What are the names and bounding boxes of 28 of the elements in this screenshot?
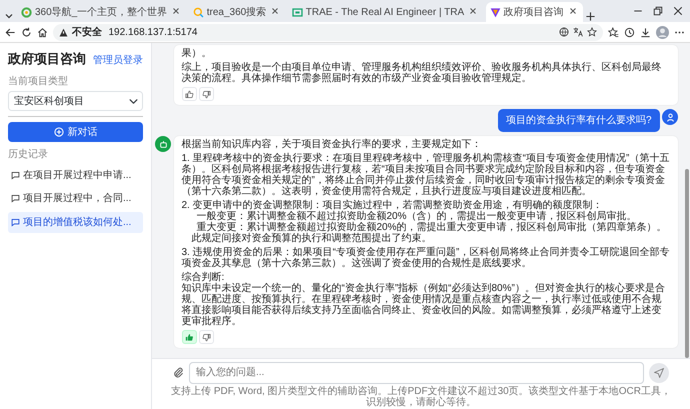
section-label: 历史记录 [8, 148, 49, 162]
upload-hint: 支持上传 PDF, Word, 图片类型文件的辅助咨询。上传PDF文件建议不超过30页。该类型文件基于本地OCR工具，识别较慢，请耐心等待。 [170, 386, 672, 408]
admin-login-link[interactable]: 管理员登录 [93, 53, 143, 68]
browser-tab[interactable]: 360导航_一个主页，整个世界 [17, 2, 186, 22]
address-bar[interactable]: 不安全 192.168.137.1:5174 [53, 24, 603, 40]
message-text: 1. 里程碑考核中的资金执行要求：在项目里程碑考核中，管理服务机构需核查“项目专项资金使用情况”（第十五条）。区科创局将根据考核报告进行复核，若“项目未按项目合同书要求完成约定阶段目标和内容，但专项资金使用符合专项资金相关规定的”，将终止合同并停止拨付后续资金，同时收回专项审计报告核定的剩余专项资金（第十六条第二款）。这表明，资金使用需符合规定，且执行进度应与项目建设进度相匹配。 [182, 153, 670, 197]
app-title: 政府项目咨询 [8, 50, 86, 68]
new-chat-button[interactable]: 新对话 [8, 122, 143, 142]
message-text: 此规定间接对资金预算的执行和调整范围提出了约束。 [190, 233, 432, 244]
history-item[interactable]: 项目的增值税该如何处... [8, 212, 143, 232]
project-type-select[interactable]: 宝安区科创项目 [8, 91, 143, 111]
field-label: 当前项目类型 [8, 74, 69, 88]
message-text: 2. 变更申请中的资金调整限制：项目实施过程中，若需调整资助资金用途，有明确的额度限制： [182, 200, 604, 211]
history-item[interactable]: 在项目开展过程中申请... [8, 164, 143, 186]
message-text: 重大变更：累计调整金额超过拟资助金额20%的，需提出重大变更申请，报区科创局审批（第四章第条）。 [196, 222, 668, 233]
message-text: 果）。 [182, 48, 212, 59]
message-text: 综合判断: [182, 272, 224, 283]
history-item[interactable]: 项目开展过程中，合同... [8, 188, 143, 209]
message-text: 一般变更：累计调整金额不超过拟资助金额20%（含）的，需提出一般变更申请，报区科创局审批。 [196, 211, 638, 222]
message-text: 综上，项目验收是一个由项目单位申请、管理服务机构组织绩效评价、验收服务机构具体执行、区科创局最终决策的流程。具体操作细节需参照届时有效的市级产业资金项目验收管理规定。 [182, 62, 662, 84]
browser-tab[interactable]: trea_360搜索 [188, 2, 286, 22]
browser-tab[interactable]: TRAE - The Real AI Engineer | TRA [288, 2, 484, 22]
browser-tab[interactable]: 政府项目咨询 [486, 2, 583, 22]
question-field[interactable]: 输入您的问题... [189, 362, 644, 384]
message-text: 知识库中未设定一个统一的、量化的“资金执行率”指标（例如“必须达到80%”）。但对资金执行的核心要求是合规、匹配进度、按预算执行。在里程碑考核时，资金使用情况是重点核查内容之一，执行率过低或使用不合规将直接影响项目能否获得后续支持乃至面临合同终止、资金收回的风险。如需调整预算，必须严格遵守上述变更审批程序。 [182, 283, 666, 327]
message-text: 3. 违规使用资金的后果：如果项目“专项资金使用存在严重问题”，区科创局将终止合同并责令工研院退回全部专项资金及其孳息（第十六条第三款）。这强调了资金使用的合规性是底线要求。 [182, 247, 670, 269]
message-text: 根据当前知识库内容，关于项目资金执行率的要求，主要规定如下： [182, 139, 482, 150]
user-message: 项目的资金执行率有什么要求吗? [498, 109, 660, 132]
